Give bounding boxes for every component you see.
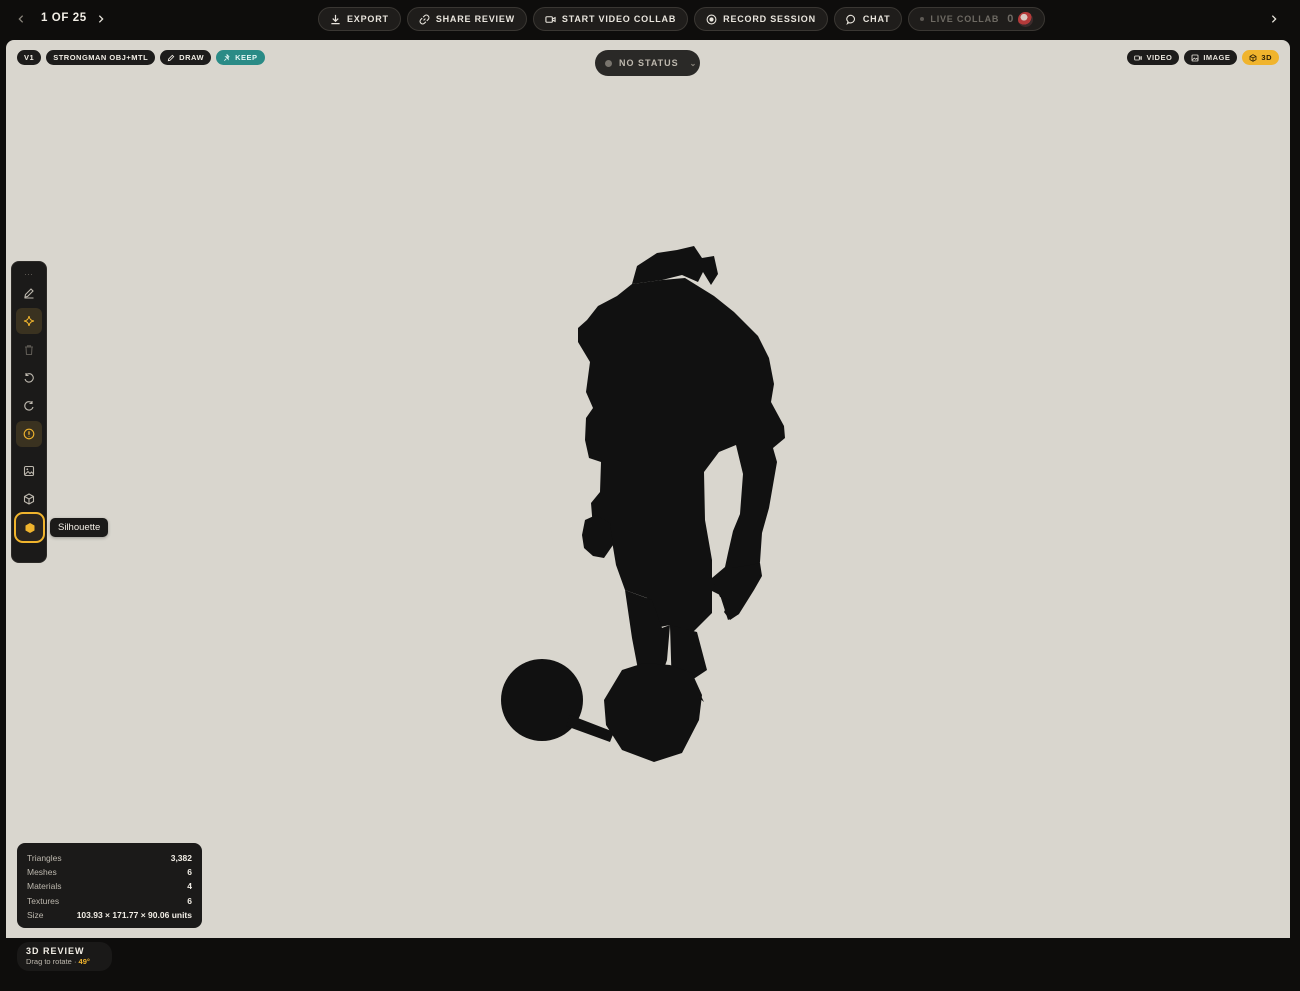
chevron-down-icon: ⌄ (689, 58, 698, 68)
stat-label: Materials (27, 881, 62, 892)
draw-tool-button[interactable] (16, 280, 42, 306)
stat-value: 4 (187, 881, 192, 892)
pencil-icon (167, 54, 175, 61)
asset-counter: 1 OF 25 (41, 12, 87, 24)
version-label: V1 (24, 53, 35, 62)
status-dropdown[interactable]: NO STATUS ⌄ (595, 50, 700, 76)
status-label: NO STATUS (619, 58, 679, 68)
share-review-button[interactable]: SHARE REVIEW (406, 7, 527, 31)
pencil-icon (24, 288, 34, 299)
share-review-label: SHARE REVIEW (435, 14, 515, 24)
review-title: 3D REVIEW (26, 946, 85, 956)
keep-label: KEEP (235, 53, 258, 62)
trash-icon (25, 345, 33, 356)
record-session-label: RECORD SESSION (723, 14, 816, 24)
top-bar: 1 OF 25 EXPORT SHARE REVIEW START VIDEO … (0, 0, 1300, 38)
tooltip: Silhouette (50, 518, 109, 537)
drag-handle-icon[interactable]: ⋯ (24, 269, 34, 280)
stat-materials: Materials 4 (27, 879, 192, 893)
stat-value: 6 (187, 895, 192, 906)
avatar (1018, 11, 1034, 27)
review-mode-indicator: 3D REVIEW Drag to rotate · 49° (17, 942, 112, 971)
silhouette-icon (25, 522, 34, 533)
pin-icon (224, 53, 230, 61)
review-hint-text: Drag to rotate · (26, 957, 79, 966)
chevron-left-icon (18, 15, 24, 23)
prev-asset-button[interactable] (11, 9, 31, 29)
ai-assist-tool-button[interactable] (16, 308, 42, 334)
cube-icon (23, 493, 35, 505)
chat-button[interactable]: CHAT (833, 7, 903, 31)
video-camera-icon (545, 15, 556, 23)
info-tool-button[interactable] (16, 421, 42, 447)
rotation-angle: 49° (78, 957, 90, 966)
redo-icon (24, 401, 34, 411)
silhouette-tool-button[interactable] (14, 512, 45, 543)
stat-triangles: Triangles 3,382 (27, 851, 192, 865)
stat-value: 3,382 (170, 853, 192, 864)
image-icon (1191, 54, 1199, 61)
image-view-tool-button[interactable] (16, 458, 42, 484)
start-video-collab-button[interactable]: START VIDEO COLLAB (532, 7, 689, 31)
viewport-3d[interactable]: V1 STRONGMAN OBJ+MTL DRAW KEEP NO STATUS… (6, 40, 1290, 938)
record-session-button[interactable]: RECORD SESSION (694, 7, 828, 31)
cube-icon (1250, 53, 1257, 62)
live-indicator-dot (920, 17, 925, 21)
stat-meshes: Meshes 6 (27, 865, 192, 879)
live-collab-count: 0 (1007, 13, 1015, 25)
chat-bubble-icon (846, 14, 855, 25)
link-icon (419, 14, 430, 24)
review-hint: Drag to rotate · 49° (26, 957, 103, 966)
mode-video-button[interactable]: VIDEO (1127, 50, 1180, 65)
next-panel-button[interactable] (1264, 9, 1284, 29)
tool-rail: ⋯ (11, 261, 47, 563)
draw-label: DRAW (179, 53, 205, 62)
stat-label: Size (27, 909, 44, 920)
stat-label: Textures (27, 895, 60, 906)
stat-value: 103.93 × 171.77 × 90.06 units (76, 909, 192, 920)
export-button[interactable]: EXPORT (318, 7, 401, 31)
asset-name-label: STRONGMAN OBJ+MTL (53, 53, 149, 62)
mode-video-label: VIDEO (1146, 53, 1173, 62)
delete-tool-button[interactable] (16, 337, 42, 363)
live-collab-label: LIVE COLLAB (930, 14, 1000, 24)
draw-chip[interactable]: DRAW (160, 50, 212, 65)
mode-image-label: IMAGE (1203, 53, 1231, 62)
chevron-right-icon (1271, 15, 1277, 23)
keep-chip[interactable]: KEEP (216, 50, 265, 65)
model-silhouette[interactable] (492, 240, 812, 775)
download-icon (331, 14, 340, 24)
asset-name-chip[interactable]: STRONGMAN OBJ+MTL (46, 50, 156, 65)
mode-3d-button[interactable]: 3D (1242, 50, 1279, 65)
stat-label: Meshes (27, 867, 57, 878)
live-collab-button[interactable]: LIVE COLLAB 0 (908, 7, 1046, 31)
tooltip-label: Silhouette (58, 522, 101, 533)
status-dot (605, 59, 612, 67)
chat-label: CHAT (862, 14, 891, 24)
export-label: EXPORT (347, 14, 389, 24)
stat-size: Size 103.93 × 171.77 × 90.06 units (27, 908, 192, 922)
bottom-bar: 3D REVIEW Drag to rotate · 49° (6, 938, 1290, 984)
version-chip[interactable]: V1 (17, 50, 42, 65)
mode-3d-label: 3D (1261, 53, 1272, 62)
wireframe-tool-button[interactable] (16, 486, 42, 512)
record-icon (706, 14, 717, 24)
undo-button[interactable] (16, 365, 42, 391)
sparkle-icon (23, 315, 35, 327)
video-camera-icon (1134, 55, 1143, 60)
start-video-collab-label: START VIDEO COLLAB (561, 14, 677, 24)
info-icon (23, 428, 35, 440)
redo-button[interactable] (16, 393, 42, 419)
mode-image-button[interactable]: IMAGE (1184, 50, 1238, 65)
stat-textures: Textures 6 (27, 894, 192, 908)
image-icon (23, 465, 35, 477)
next-asset-button[interactable] (91, 9, 111, 29)
stat-value: 6 (187, 867, 192, 878)
chevron-right-icon (98, 15, 104, 23)
model-stats-panel: Triangles 3,382 Meshes 6 Materials 4 Textur… (17, 843, 202, 928)
undo-icon (24, 373, 34, 383)
stat-label: Triangles (27, 853, 62, 864)
